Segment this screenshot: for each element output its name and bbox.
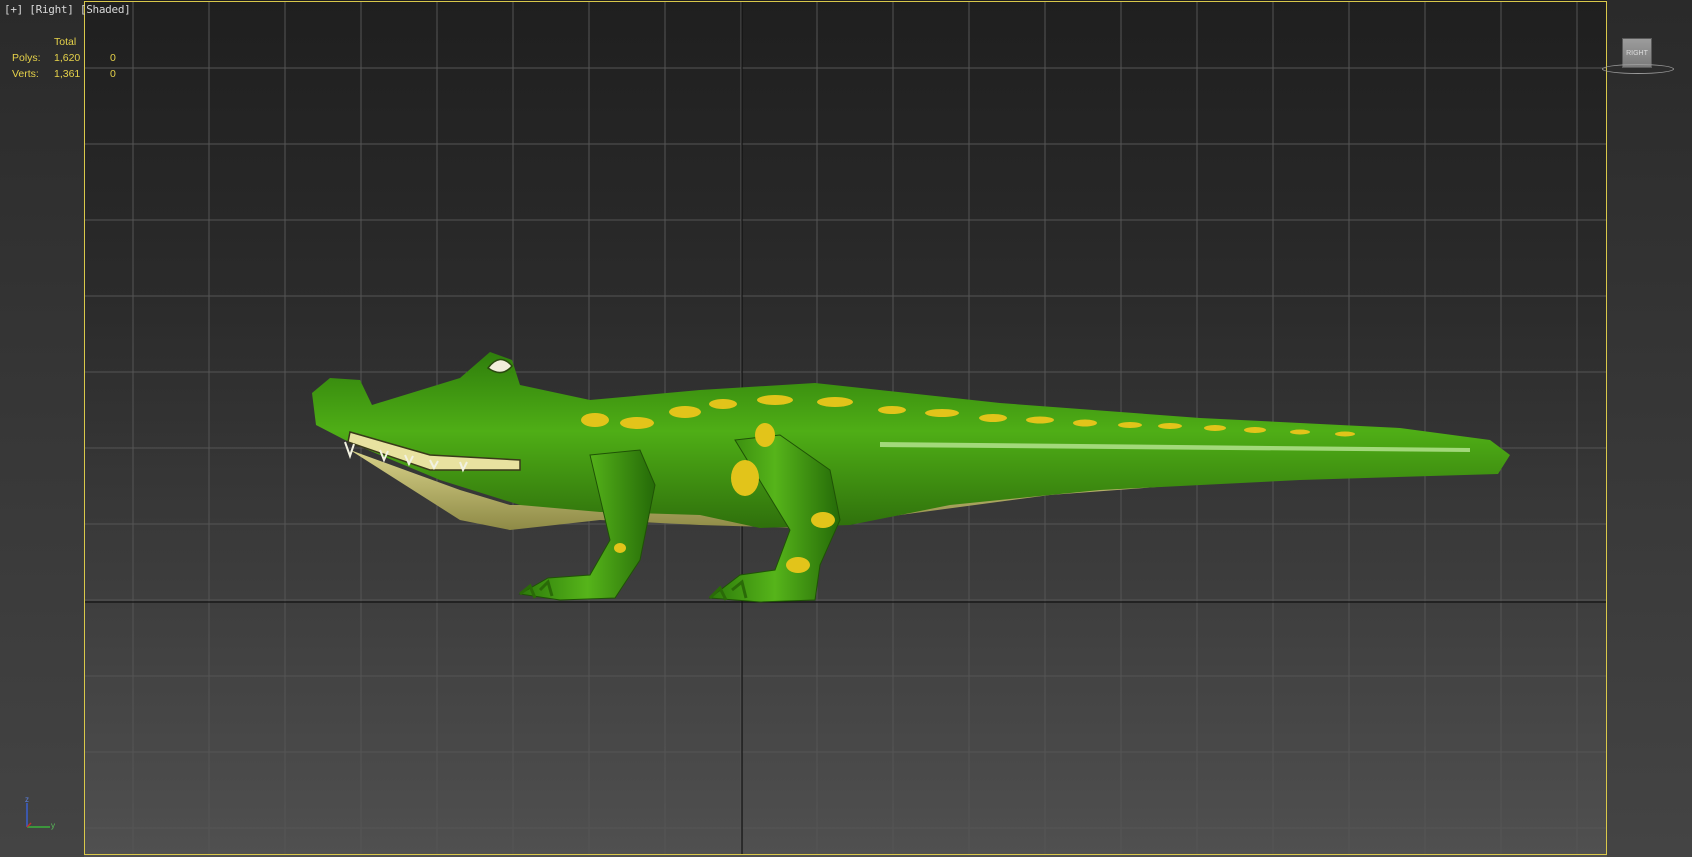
stats-verts-row: Verts: 1,361 0 [12,66,140,82]
viewport-shading-menu[interactable]: [Shaded] [80,3,131,16]
stats-polys-label: Polys: [12,52,41,64]
stats-verts-label: Verts: [12,68,39,80]
statistics-overlay: Total Polys: 1,620 0 Verts: 1,361 0 [12,34,140,82]
axis-z-label: z [25,795,29,804]
viewport-view-menu[interactable]: [Right] [29,3,74,16]
stats-verts-selected: 0 [110,68,116,80]
stats-header-total: Total [54,36,77,48]
stats-polys-total: 1,620 [54,52,81,64]
axis-y-label: y [51,821,55,830]
viewcube[interactable]: RIGHT [1600,38,1690,78]
axis-tripod: z y [25,795,55,830]
viewport-plus-menu[interactable]: [+] [4,3,23,16]
stats-header-row: Total [12,34,140,50]
stats-polys-selected: 0 [110,52,116,64]
viewcube-compass-ring[interactable] [1602,64,1674,74]
stats-polys-row: Polys: 1,620 0 [12,50,140,66]
active-viewport-frame [84,1,1607,855]
stats-verts-total: 1,361 [54,68,81,80]
viewport-label-menu: [+] [Right] [Shaded] [4,3,131,16]
